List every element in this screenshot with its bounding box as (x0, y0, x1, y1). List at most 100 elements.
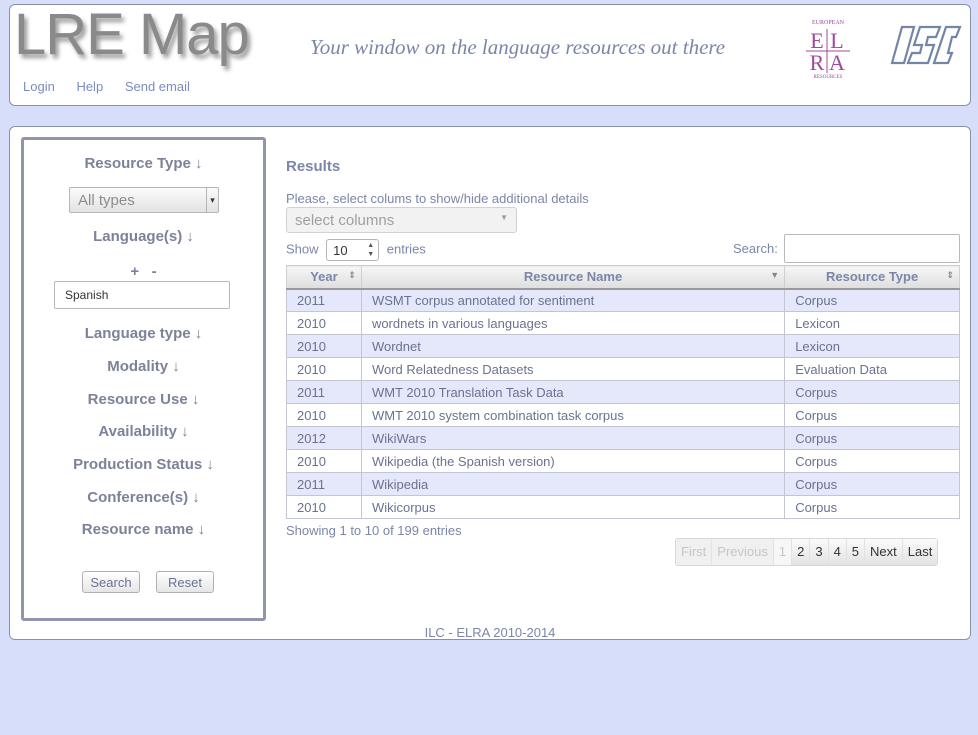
table-row[interactable]: 2010 Wordnet Lexicon (286, 334, 960, 358)
ilc-logo (890, 25, 962, 65)
cell-year: 2010 (286, 495, 362, 519)
chevron-down-icon: ▾ (206, 188, 218, 212)
cell-resource-name: Wikicorpus (360, 495, 786, 519)
results-table: Year ⇕ Resource Name ▼ Resource Type ⇕ 2011… (286, 265, 960, 519)
show-label: Show (286, 241, 319, 257)
cell-resource-type: Corpus (784, 449, 960, 473)
svg-text:EUROPEAN: EUROPEAN (812, 20, 845, 26)
search-button[interactable]: Search (82, 571, 140, 593)
filter-resource-name[interactable]: Resource name ↓ (24, 521, 263, 538)
cell-resource-name: Wordnet (360, 334, 786, 358)
filter-availability[interactable]: Availability ↓ (24, 423, 263, 440)
svg-text:RESOURCES: RESOURCES (814, 75, 843, 79)
entries-label: entries (386, 241, 426, 257)
cell-resource-type: Evaluation Data (784, 357, 960, 381)
column-header-resource-type[interactable]: Resource Type ⇕ (784, 265, 960, 290)
pager-previous-button[interactable]: Previous (712, 539, 774, 565)
page-length-value: 10 (333, 243, 348, 258)
table-row[interactable]: 2011 WSMT corpus annotated for sentiment C… (286, 288, 960, 312)
filter-production-status[interactable]: Production Status ↓ (24, 456, 263, 473)
cell-year: 2010 (286, 334, 362, 358)
table-search-label: Search: (733, 241, 778, 256)
filter-language-type[interactable]: Language type ↓ (24, 325, 263, 342)
cell-resource-name: wordnets in various languages (360, 311, 786, 335)
cell-year: 2011 (286, 472, 362, 496)
chevron-down-icon: ▼ (500, 213, 508, 222)
main-panel: Resource Type ↓ All types ▾ Language(s) … (9, 126, 971, 640)
login-link[interactable]: Login (23, 79, 55, 94)
column-header-resource-type-label: Resource Type (825, 269, 919, 285)
columns-select[interactable]: select columns ▼ (286, 207, 517, 233)
column-header-year-label: Year (310, 269, 338, 285)
remove-language-icon[interactable]: - (152, 263, 157, 280)
columns-hint: Please, select colums to show/hide addit… (286, 191, 589, 206)
help-link[interactable]: Help (76, 79, 103, 94)
resource-type-select[interactable]: All types ▾ (69, 187, 219, 213)
filter-resource-type[interactable]: Resource Type ↓ (24, 155, 263, 172)
cell-resource-type: Corpus (784, 495, 960, 519)
column-header-year[interactable]: Year ⇕ (286, 265, 362, 290)
cell-year: 2012 (286, 426, 362, 450)
table-row[interactable]: 2010 Wikicorpus Corpus (286, 495, 960, 519)
pager-page-4[interactable]: 4 (828, 539, 847, 565)
column-header-resource-name[interactable]: Resource Name ▼ (360, 265, 786, 290)
table-row[interactable]: 2011 Wikipedia Corpus (286, 472, 960, 496)
add-language-icon[interactable]: + (130, 263, 139, 280)
header: LRE Map Your window on the language reso… (9, 2, 971, 106)
table-row[interactable]: 2010 Wikipedia (the Spanish version) Corpu… (286, 449, 960, 473)
cell-year: 2010 (286, 311, 362, 335)
pager-page-5[interactable]: 5 (846, 539, 866, 565)
svg-text:R: R (810, 50, 825, 75)
cell-resource-type: Corpus (784, 403, 960, 427)
table-row[interactable]: 2010 WMT 2010 system combination task cor… (286, 403, 960, 427)
top-nav: Login Help Send email (23, 79, 208, 94)
cell-resource-type: Corpus (784, 426, 960, 450)
page-length-control: Show 10 ▲ ▼ entries (286, 239, 426, 261)
footer: ILC - ELRA 2010-2014 (424, 625, 556, 640)
tagline: Your window on the language resources ou… (310, 35, 726, 59)
cell-resource-type: Lexicon (784, 334, 960, 358)
pager-next-button[interactable]: Next (865, 539, 903, 565)
pager-first-button[interactable]: First (676, 539, 713, 565)
cell-resource-type: Corpus (784, 288, 960, 312)
table-row[interactable]: 2010 Word Relatedness Datasets Evaluation … (286, 357, 960, 381)
filter-sidebar: Resource Type ↓ All types ▾ Language(s) … (21, 137, 266, 621)
filter-conferences[interactable]: Conference(s) ↓ (24, 489, 263, 506)
reset-button[interactable]: Reset (156, 571, 214, 593)
pager-page-2[interactable]: 2 (792, 539, 811, 565)
pager-page-1[interactable]: 1 (773, 539, 793, 565)
cell-resource-name: Wikipedia (360, 472, 786, 496)
table-header-row: Year ⇕ Resource Name ▼ Resource Type ⇕ (286, 265, 960, 290)
cell-resource-name: Word Relatedness Datasets (360, 357, 786, 381)
cell-year: 2010 (286, 403, 362, 427)
cell-year: 2011 (286, 380, 362, 404)
cell-resource-name: WikiWars (360, 426, 786, 450)
elra-logo: EUROPEAN E L R A RESOURCES (806, 20, 850, 79)
filter-resource-use[interactable]: Resource Use ↓ (24, 391, 263, 408)
page-length-select[interactable]: 10 ▲ ▼ (326, 239, 380, 261)
table-row[interactable]: 2012 WikiWars Corpus (286, 426, 960, 450)
pager-page-3[interactable]: 3 (810, 539, 829, 565)
cell-year: 2010 (286, 357, 362, 381)
table-row[interactable]: 2010 wordnets in various languages Lexicon (286, 311, 960, 335)
table-search-input[interactable] (784, 234, 960, 263)
cell-resource-type: Corpus (784, 472, 960, 496)
sort-icon: ⇕ (946, 270, 954, 280)
spinner-icon: ▲ ▼ (367, 242, 375, 258)
cell-resource-type: Lexicon (784, 311, 960, 335)
send-email-link[interactable]: Send email (125, 79, 190, 94)
svg-text:A: A (829, 50, 845, 75)
cell-year: 2010 (286, 449, 362, 473)
filter-modality[interactable]: Modality ↓ (24, 358, 263, 375)
cell-resource-type: Corpus (784, 380, 960, 404)
filter-languages[interactable]: Language(s) ↓ (24, 228, 263, 245)
cell-year: 2011 (286, 288, 362, 312)
results-title: Results (286, 158, 341, 175)
table-row[interactable]: 2011 WMT 2010 Translation Task Data Corpus (286, 380, 960, 404)
resource-type-select-value: All types (78, 192, 135, 209)
cell-resource-name: WSMT corpus annotated for sentiment (360, 288, 786, 312)
pagination: First Previous 1 2 3 4 5 Next Last (675, 538, 939, 566)
pager-last-button[interactable]: Last (902, 539, 938, 565)
column-header-resource-name-label: Resource Name (523, 269, 623, 285)
language-input[interactable]: Spanish (54, 281, 230, 309)
